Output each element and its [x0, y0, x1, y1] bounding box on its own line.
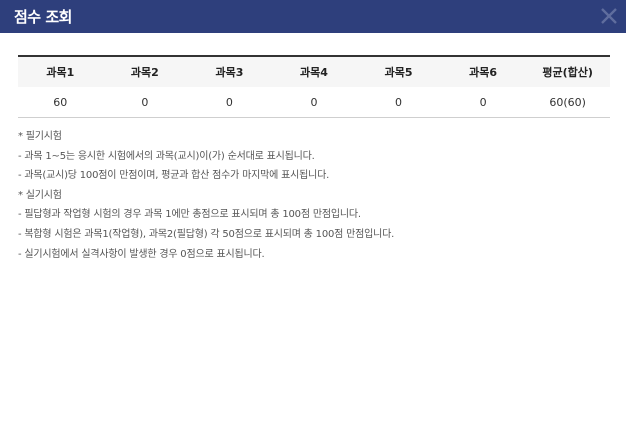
- table-header-row: 과목1 과목2 과목3 과목4 과목5 과목6 평균(합산): [18, 55, 610, 87]
- table-cell: 0: [187, 87, 272, 118]
- dialog-title: 점수 조회: [14, 8, 72, 26]
- note-line: - 과목 1~5는 응시한 시험에서의 과목(교시)이(가) 순서대로 표시됩니…: [18, 150, 315, 162]
- table-cell: 0: [356, 87, 441, 118]
- notes-section: * 필기시험 - 과목 1~5는 응시한 시험에서의 과목(교시)이(가) 순서…: [18, 127, 610, 264]
- dialog-header: 점수 조회: [0, 0, 626, 33]
- table-cell: 60(60): [525, 87, 610, 118]
- close-icon[interactable]: [598, 5, 620, 27]
- table-row: 60 0 0 0 0 0 60(60): [18, 87, 610, 118]
- column-header: 과목1: [18, 55, 103, 87]
- note-line: - 필답형과 작업형 시험의 경우 과목 1에만 총점으로 표시되며 총 100…: [18, 209, 361, 221]
- column-header: 과목5: [356, 55, 441, 87]
- table-cell: 0: [440, 87, 526, 118]
- note-line: - 실기시험에서 실격사항이 발생한 경우 0점으로 표시됩니다.: [18, 248, 265, 260]
- score-table: 과목1 과목2 과목3 과목4 과목5 과목6 평균(합산) 60 0 0 0 …: [18, 55, 610, 118]
- column-header: 과목6: [440, 55, 526, 87]
- note-heading: * 필기시험: [18, 131, 62, 142]
- column-header: 과목2: [102, 55, 188, 87]
- table-cell: 0: [102, 87, 188, 118]
- column-header: 과목3: [187, 55, 272, 87]
- note-heading: * 실기시험: [18, 189, 62, 201]
- dialog-content: 과목1 과목2 과목3 과목4 과목5 과목6 평균(합산) 60 0 0 0 …: [0, 33, 626, 264]
- note-line: - 복합형 시험은 과목1(작업형), 과목2(필답형) 각 50점으로 표시되…: [18, 228, 395, 240]
- table-cell: 60: [18, 87, 103, 118]
- table-cell: 0: [271, 87, 357, 118]
- note-line: - 과목(교시)당 100점이 만점이며, 평균과 합산 점수가 마지막에 표시…: [18, 170, 330, 182]
- column-header: 과목4: [271, 55, 357, 87]
- column-header: 평균(합산): [525, 55, 610, 87]
